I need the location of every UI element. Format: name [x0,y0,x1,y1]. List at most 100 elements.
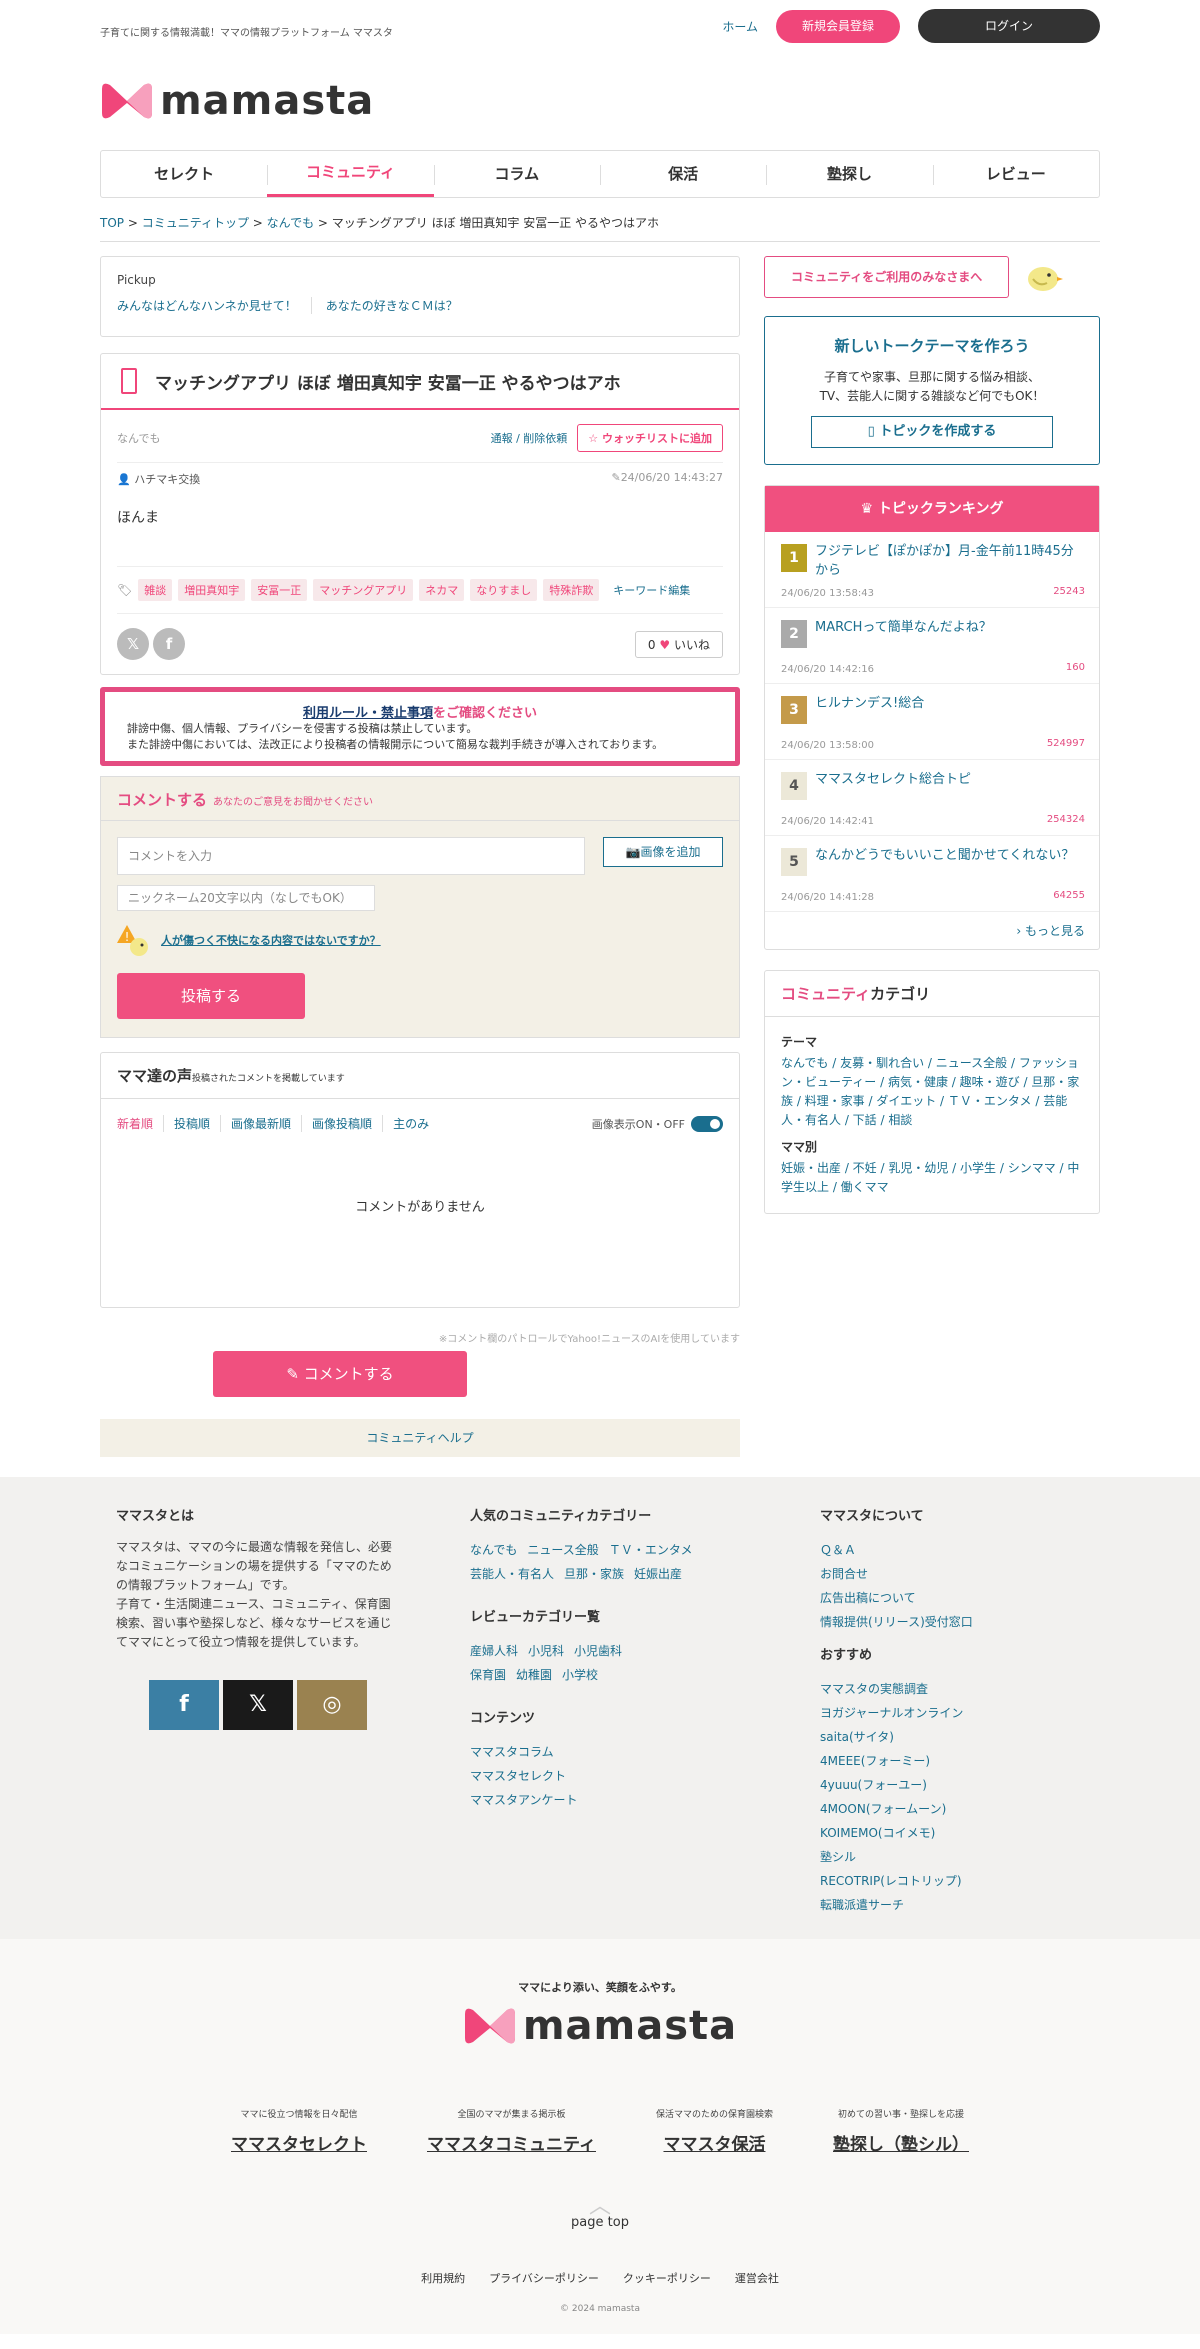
site-link[interactable]: 保活ママのための保育園検索 ママスタ保活 [656,2107,773,2155]
sort-posted[interactable]: 投稿順 [164,1115,222,1132]
footer-link[interactable]: 産婦人科 [470,1639,518,1663]
tag[interactable]: ネカマ [419,579,465,601]
footer-link[interactable]: ママスタの実態調査 [820,1677,1100,1701]
nav-juku[interactable]: 塾探し [766,151,932,197]
pickup-link[interactable]: みんなはどんなハンネか見せて！ [117,297,312,314]
breadcrumb-community[interactable]: コミュニティトップ [142,216,249,230]
footer-link[interactable]: RECOTRIP(レコトリップ) [820,1869,1100,1893]
footer-link[interactable]: ニュース全般 [527,1538,598,1562]
comment-input[interactable]: コメントを入力 [117,837,585,875]
footer-link[interactable]: 保育園 [470,1663,506,1687]
sort-newest[interactable]: 新着順 [117,1115,165,1132]
like-button[interactable]: 0 ♥ いいね [634,630,723,658]
footer-link[interactable]: 小児科 [528,1639,564,1663]
ranking-item[interactable]: 3 ヒルナンデス!総合 24/06/20 13:58:00 524997 [765,684,1099,760]
cookie-link[interactable]: クッキーポリシー [623,2270,711,2286]
privacy-link[interactable]: プライバシーポリシー [489,2270,599,2286]
post-button[interactable]: 投稿する [117,973,305,1019]
site-link[interactable]: 初めての習い事・塾探しを応援 塾探し（塾シル） [833,2107,969,2155]
community-help-link[interactable]: コミュニティヘルプ [100,1419,740,1457]
keyword-edit-link[interactable]: キーワード編集 [613,582,690,598]
footer-link[interactable]: ママスタアンケート [470,1788,750,1812]
footer-link[interactable]: Ｑ＆Ａ [820,1538,1100,1562]
breadcrumb-category[interactable]: なんでも [267,216,314,230]
footer-link[interactable]: 小児歯科 [574,1639,622,1663]
comment-button[interactable]: ✎ コメントする [213,1351,467,1397]
welcome-link[interactable]: コミュニティをご利用のみなさまへ [764,256,1010,298]
tag[interactable]: 安冨一正 [251,579,308,601]
site-link[interactable]: 全国のママが集まる掲示板 ママスタコミュニティ [427,2107,596,2155]
mama-list[interactable]: 妊娠・出産 / 不妊 / 乳児・幼児 / 小学生 / シンママ / 中学生以上 … [765,1155,1099,1197]
tag[interactable]: マッチングアプリ [313,579,414,601]
report-link[interactable]: 通報 / 削除依頼 [491,430,568,446]
ranking-item[interactable]: 1 フジテレビ【ぽかぽか】月-金午前11時45分から 24/06/20 13:5… [765,532,1099,608]
add-image-button[interactable]: 📷画像を追加 [603,837,723,867]
footer-link[interactable]: 妊娠出産 [634,1562,682,1586]
ranking-item[interactable]: 2 MARCHって簡単なんだよね？ 24/06/20 14:42:16 160 [765,608,1099,684]
register-button[interactable]: 新規会員登録 [776,9,900,43]
footer-link[interactable]: 4MEEE(フォーミー) [820,1749,1100,1773]
image-toggle-switch[interactable] [691,1115,723,1132]
x-icon[interactable]: 𝕏 [223,1680,293,1730]
footer-link[interactable]: 転職派遣サーチ [820,1893,1100,1917]
ranking-title-link[interactable]: ママスタセレクト総合トピ [815,770,1085,789]
footer-link[interactable]: saita(サイタ) [820,1725,1100,1749]
create-topic-button[interactable]: ▯ トピックを作成する [811,416,1053,448]
x-share-icon[interactable]: 𝕏 [117,628,149,660]
nav-community[interactable]: コミュニティ [267,151,434,197]
footer-link[interactable]: 塾シル [820,1845,1100,1869]
breadcrumb-top[interactable]: TOP [100,216,124,230]
footer-link[interactable]: ママスタセレクト [470,1764,750,1788]
nav-select[interactable]: セレクト [101,151,267,197]
instagram-icon[interactable]: ◎ [297,1680,367,1730]
footer-link[interactable]: 小学校 [562,1663,598,1687]
facebook-share-icon[interactable]: f [153,628,185,660]
footer-link[interactable]: 芸能人・有名人 [470,1562,554,1586]
login-button[interactable]: ログイン [918,9,1100,43]
home-link[interactable]: ホーム [722,18,758,35]
footer-link[interactable]: お問合せ [820,1562,1100,1586]
footer-logo[interactable]: mamasta [0,2003,1200,2049]
tag[interactable]: 特殊詐欺 [543,579,600,601]
footer-link[interactable]: 広告出稿について [820,1586,1100,1610]
nickname-input[interactable]: ニックネーム20文字以内（なしでもOK） [117,885,375,911]
footer-link[interactable]: 4yuuu(フォーユー) [820,1773,1100,1797]
ranking-title-link[interactable]: なんかどうでもいいこと聞かせてくれない？ [815,846,1085,865]
ranking-title-link[interactable]: MARCHって簡単なんだよね？ [815,618,1085,637]
theme-list[interactable]: なんでも / 友募・馴れ合い / ニュース全般 / ファッション・ビューティー … [765,1050,1099,1130]
terms-link[interactable]: 利用規約 [421,2270,465,2286]
footer-link[interactable]: ＴＶ・エンタメ [609,1538,693,1562]
sort-image-newest[interactable]: 画像最新順 [221,1115,303,1132]
ranking-title-link[interactable]: ヒルナンデス!総合 [815,694,1085,713]
company-link[interactable]: 運営会社 [735,2270,779,2286]
footer-link[interactable]: 幼稚園 [516,1663,552,1687]
footer-link[interactable]: 旦那・家族 [564,1562,624,1586]
tag[interactable]: 増田真知宇 [178,579,246,601]
footer-link[interactable]: ママスタコラム [470,1740,750,1764]
site-logo[interactable]: mamasta [100,52,1100,150]
tag[interactable]: 雑談 [138,579,173,601]
footer-link[interactable]: 情報提供(リリース)受付窓口 [820,1610,1100,1634]
footer-link[interactable]: KOIMEMO(コイメモ) [820,1821,1100,1845]
more-link[interactable]: › もっと見る [765,912,1099,949]
tag[interactable]: なりすまし [470,579,538,601]
page-top-link[interactable]: ︿ page top [0,2196,1200,2231]
watchlist-button[interactable]: ☆ ウォッチリストに追加 [577,424,723,452]
sort-image-posted[interactable]: 画像投稿順 [302,1115,384,1132]
warning-link[interactable]: 人が傷つく不快になる内容ではないですか？ [161,932,381,948]
nav-review[interactable]: レビュー [932,151,1099,197]
nav-column[interactable]: コラム [433,151,600,197]
pickup-link[interactable]: あなたの好きなＣＭは？ [326,297,472,314]
ranking-item[interactable]: 4 ママスタセレクト総合トピ 24/06/20 14:42:41 254324 [765,760,1099,836]
sort-owner-only[interactable]: 主のみ [383,1115,439,1132]
rules-link[interactable]: 利用ルール・禁止事項 [303,706,433,721]
nav-hokatsu[interactable]: 保活 [599,151,766,197]
ranking-item[interactable]: 5 なんかどうでもいいこと聞かせてくれない？ 24/06/20 14:41:28… [765,836,1099,912]
facebook-icon[interactable]: f [149,1680,219,1730]
footer-link[interactable]: 4MOON(フォームーン) [820,1797,1100,1821]
footer-link[interactable]: なんでも [470,1538,517,1562]
site-link[interactable]: ママに役立つ情報を日々配信 ママスタセレクト [231,2107,367,2155]
topic-category[interactable]: なんでも [117,430,160,446]
ranking-title-link[interactable]: フジテレビ【ぽかぽか】月-金午前11時45分から [815,542,1085,580]
footer-link[interactable]: ヨガジャーナルオンライン [820,1701,1100,1725]
